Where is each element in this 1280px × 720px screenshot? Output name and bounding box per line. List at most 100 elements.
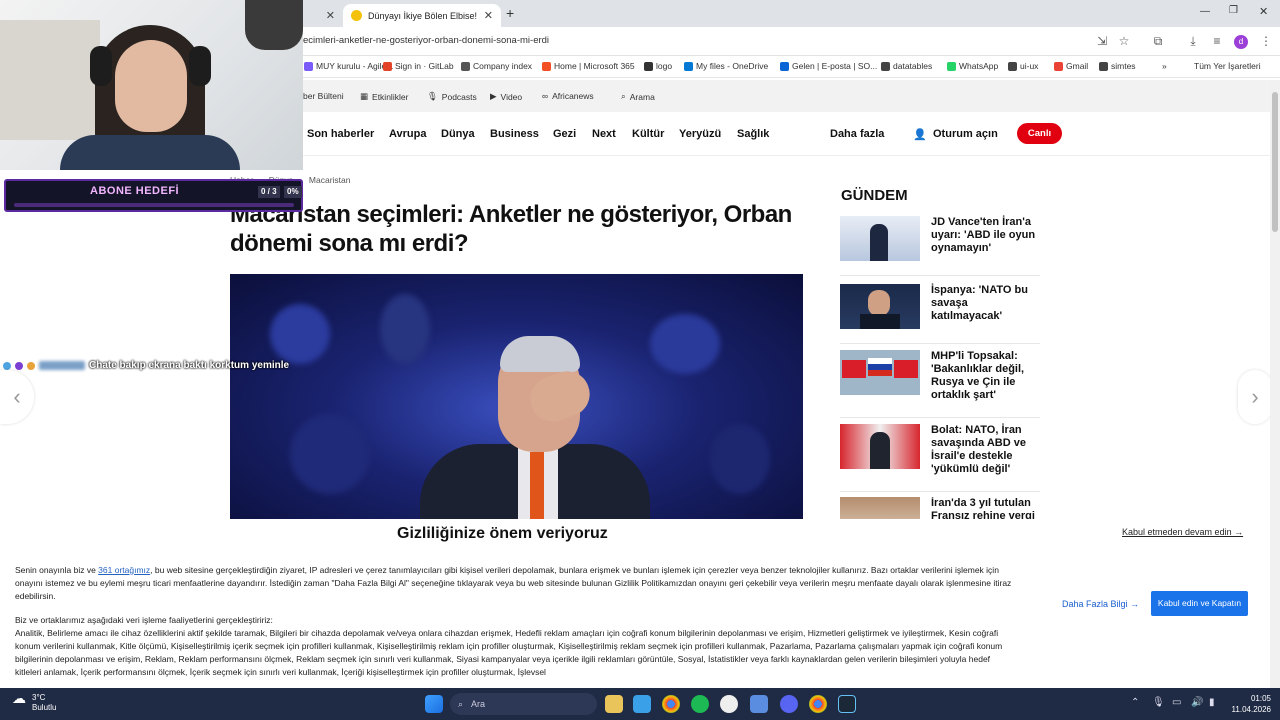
util-africanews[interactable]: ∞ Africanews bbox=[542, 91, 594, 101]
battery-icon[interactable]: ▮ bbox=[1209, 697, 1215, 708]
bookmark-label: Gelen | E-posta | SO... bbox=[792, 61, 878, 71]
bookmark-item[interactable]: Home | Microsoft 365 bbox=[542, 61, 635, 71]
download-icon[interactable]: ⤓ bbox=[1185, 33, 1201, 49]
bookmark-favicon-icon bbox=[947, 61, 956, 71]
bookmark-label: datatables bbox=[893, 61, 933, 71]
bookmark-item[interactable]: ui-ux bbox=[1008, 61, 1038, 71]
close-window-icon[interactable]: ✕ bbox=[1259, 5, 1268, 18]
weather-desc: Bulutlu bbox=[32, 703, 57, 712]
search-icon: ⌕ bbox=[621, 91, 626, 101]
login-link[interactable]: Oturum açın bbox=[933, 128, 998, 140]
obs-icon[interactable] bbox=[720, 695, 738, 713]
carousel-next-button[interactable]: › bbox=[1238, 370, 1272, 424]
tab-title: Dünyayı İkiye Bölen Elbise! - Sh bbox=[368, 10, 478, 21]
clock-time: 01:05 bbox=[1250, 694, 1271, 703]
steam-icon[interactable] bbox=[838, 695, 856, 713]
bookmark-item[interactable]: Gelen | E-posta | SO... bbox=[780, 61, 877, 71]
util-search[interactable]: ⌕ Arama bbox=[621, 91, 655, 102]
nav-gezi[interactable]: Gezi bbox=[553, 128, 576, 140]
all-bookmarks-folder[interactable]: Tüm Yer İşaretleri bbox=[1194, 61, 1261, 71]
scrollbar-thumb[interactable] bbox=[1272, 92, 1278, 232]
util-events[interactable]: ▦ Etkinlikler bbox=[360, 91, 408, 102]
profile-avatar[interactable]: d bbox=[1234, 35, 1248, 49]
system-clock[interactable]: 01:05 11.04.2026 bbox=[1227, 693, 1271, 715]
carousel-prev-button[interactable]: ‹ bbox=[0, 370, 34, 424]
article-hero-image bbox=[230, 274, 803, 519]
bookmarks-more-button[interactable]: » bbox=[1162, 61, 1167, 71]
sidebar-item-title: JD Vance'ten İran'a uyarı: 'ABD ile oyun… bbox=[931, 216, 1036, 254]
africanews-label: Africanews bbox=[552, 91, 594, 101]
tab-previous[interactable]: ✕ bbox=[303, 4, 343, 27]
sidebar-item[interactable]: İran'da 3 yıl tutulan Fransız rehine ver… bbox=[840, 497, 1040, 519]
sidebar-item[interactable]: JD Vance'ten İran'a uyarı: 'ABD ile oyun… bbox=[840, 216, 1040, 276]
chrome-active-icon[interactable] bbox=[809, 695, 827, 713]
bookmark-favicon-icon bbox=[1054, 61, 1063, 71]
file-explorer-icon[interactable] bbox=[605, 695, 623, 713]
minimize-icon[interactable]: — bbox=[1200, 6, 1210, 17]
cookie-consent-panel: Gizliliğinize önem veriyoruz Kabul etmed… bbox=[0, 519, 1270, 688]
volume-icon[interactable]: 🔊 bbox=[1191, 697, 1203, 708]
app-icon[interactable] bbox=[750, 695, 768, 713]
start-button[interactable] bbox=[425, 695, 443, 713]
network-icon[interactable]: ▭ bbox=[1172, 697, 1181, 708]
bookmark-item[interactable]: simtes bbox=[1099, 61, 1136, 71]
breadcrumb-hungary[interactable]: Macaristan bbox=[309, 175, 351, 185]
util-newsletter[interactable]: ber Bülteni bbox=[303, 91, 344, 101]
nav-business[interactable]: Business bbox=[490, 128, 539, 140]
calendar-icon: ▦ bbox=[360, 91, 369, 101]
consent-purposes-list: Analitik, Belirleme amacı ile cihaz özel… bbox=[15, 628, 1003, 677]
live-button[interactable]: Canlı bbox=[1017, 123, 1062, 144]
chrome-icon[interactable] bbox=[662, 695, 680, 713]
bookmark-item[interactable]: logo bbox=[644, 61, 672, 71]
tray-overflow-icon[interactable]: ⌃ bbox=[1131, 697, 1139, 708]
more-info-link[interactable]: Daha Fazla Bilgi → bbox=[1062, 599, 1139, 609]
menu-icon[interactable]: ⋮ bbox=[1258, 33, 1274, 49]
bookmark-item[interactable]: Company index bbox=[461, 61, 532, 71]
new-tab-button[interactable]: + bbox=[506, 5, 514, 21]
bookmark-item[interactable]: WhatsApp bbox=[947, 61, 998, 71]
bookmark-star-icon[interactable]: ☆ bbox=[1116, 33, 1132, 49]
sidebar-item[interactable]: Bolat: NATO, İran savaşında ABD ve İsrai… bbox=[840, 424, 1040, 492]
bookmark-label: Sign in · GitLab bbox=[395, 61, 454, 71]
bookmark-item[interactable]: datatables bbox=[881, 61, 932, 71]
nav-next[interactable]: Next bbox=[592, 128, 616, 140]
nav-son-haberler[interactable]: Son haberler bbox=[307, 128, 374, 140]
close-icon[interactable]: ✕ bbox=[484, 9, 493, 22]
nav-saglik[interactable]: Sağlık bbox=[737, 128, 769, 140]
maximize-icon[interactable]: ❐ bbox=[1229, 5, 1238, 16]
partners-link[interactable]: 361 ortağımız bbox=[98, 565, 150, 575]
badge-icon bbox=[27, 361, 35, 370]
bookmark-item[interactable]: MUY kurulu - Agile... bbox=[304, 61, 393, 71]
sidebar-item[interactable]: İspanya: 'NATO bu savaşa katılmayacak' bbox=[840, 284, 1040, 344]
discord-icon[interactable] bbox=[780, 695, 798, 713]
continue-without-accepting-link[interactable]: Kabul etmeden devam edin → bbox=[1122, 527, 1243, 537]
nav-more[interactable]: Daha fazla bbox=[830, 128, 884, 140]
page-scrollbar[interactable] bbox=[1270, 80, 1280, 688]
nav-avrupa[interactable]: Avrupa bbox=[389, 128, 427, 140]
bookmark-favicon-icon bbox=[684, 61, 693, 71]
accept-and-close-button[interactable]: Kabul edin ve Kapatın bbox=[1151, 591, 1248, 616]
bookmark-item[interactable]: Gmail bbox=[1054, 61, 1088, 71]
util-podcasts[interactable]: 🎙 Podcasts bbox=[427, 91, 477, 102]
sidebar-thumbnail bbox=[840, 497, 920, 519]
tab-active[interactable]: Dünyayı İkiye Bölen Elbise! - Sh ✕ bbox=[343, 4, 501, 27]
extensions-icon[interactable]: ⧉ bbox=[1150, 33, 1166, 49]
taskbar-search[interactable]: ⌕ Ara bbox=[450, 693, 597, 715]
install-app-icon[interactable]: ⇲ bbox=[1094, 33, 1110, 49]
sidebar-item[interactable]: MHP'li Topsakal: 'Bakanlıklar değil, Rus… bbox=[840, 350, 1040, 418]
bookmark-item[interactable]: My files - OneDrive bbox=[684, 61, 768, 71]
url-field[interactable]: ecimleri-anketler-ne-gosteriyor-orban-do… bbox=[303, 35, 549, 46]
spotify-icon[interactable] bbox=[691, 695, 709, 713]
store-icon[interactable] bbox=[633, 695, 651, 713]
nav-dunya[interactable]: Dünya bbox=[441, 128, 475, 140]
sidebar-thumbnail bbox=[840, 216, 920, 261]
close-icon[interactable]: ✕ bbox=[326, 9, 335, 22]
microphone-icon[interactable]: 🎙 bbox=[1152, 697, 1165, 708]
nav-kultur[interactable]: Kültür bbox=[632, 128, 664, 140]
util-video[interactable]: ▶ Video bbox=[490, 91, 522, 102]
bookmark-item[interactable]: Sign in · GitLab bbox=[383, 61, 454, 71]
nav-yeryuzu[interactable]: Yeryüzü bbox=[679, 128, 721, 140]
weather-widget[interactable]: ☁ 3°C Bulutlu bbox=[12, 691, 57, 713]
reading-list-icon[interactable]: ≡ bbox=[1209, 33, 1225, 49]
bookmark-label: MUY kurulu - Agile... bbox=[316, 61, 394, 71]
